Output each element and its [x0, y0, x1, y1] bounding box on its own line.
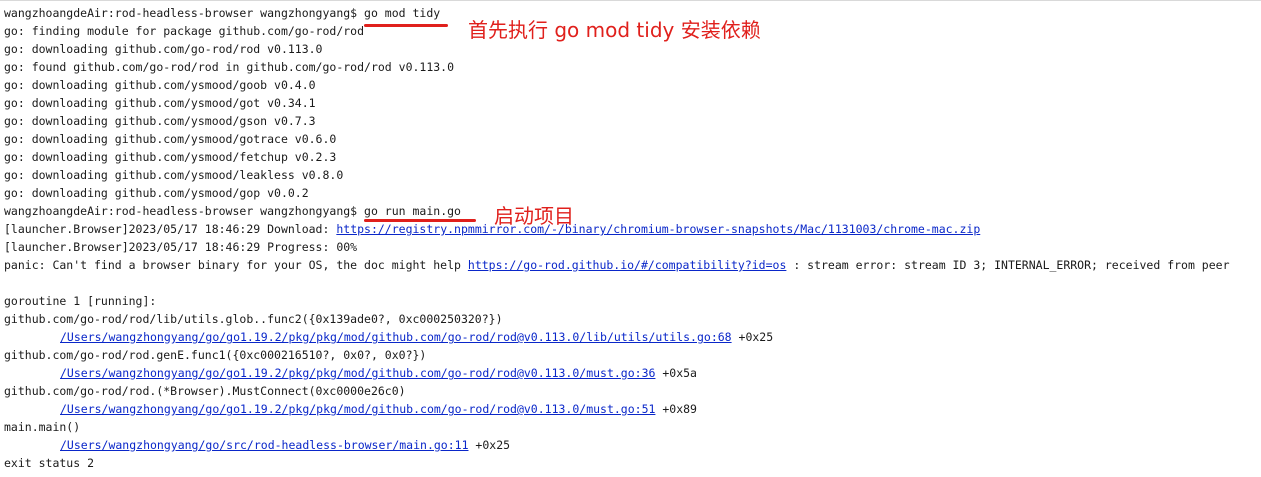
- progress-line: [launcher.Browser]2023/05/17 18:46:29 Pr…: [4, 240, 358, 254]
- output-line: go: downloading github.com/ysmood/got v0…: [4, 96, 316, 110]
- stack-path-link[interactable]: /Users/wangzhongyang/go/src/rod-headless…: [60, 438, 469, 452]
- stack-path-line: /Users/wangzhongyang/go/go1.19.2/pkg/pkg…: [4, 328, 1259, 346]
- download-url-link[interactable]: https://registry.npmmirror.com/-/binary/…: [336, 222, 980, 236]
- panic-line: panic: Can't find a browser binary for y…: [4, 256, 1259, 274]
- stack-path-line: /Users/wangzhongyang/go/go1.19.2/pkg/pkg…: [4, 400, 1259, 418]
- stack-func-line: github.com/go-rod/rod.genE.func1({0xc000…: [4, 348, 427, 362]
- stack-func-line: github.com/go-rod/rod/lib/utils.glob..fu…: [4, 312, 503, 326]
- output-line: go: downloading github.com/ysmood/fetchu…: [4, 150, 337, 164]
- stack-path-link[interactable]: /Users/wangzhongyang/go/go1.19.2/pkg/pkg…: [60, 402, 655, 416]
- prompt-line-2: wangzhoangdeAir:rod-headless-browser wan…: [4, 202, 1259, 220]
- download-line: [launcher.Browser]2023/05/17 18:46:29 Do…: [4, 220, 1259, 238]
- stack-path-link[interactable]: /Users/wangzhongyang/go/go1.19.2/pkg/pkg…: [60, 366, 655, 380]
- download-prefix: [launcher.Browser]2023/05/17 18:46:29 Do…: [4, 222, 337, 236]
- shell-prompt: wangzhoangdeAir:rod-headless-browser wan…: [4, 6, 365, 20]
- compatibility-doc-link[interactable]: https://go-rod.github.io/#/compatibility…: [468, 258, 787, 272]
- annotation-note-1: 首先执行 go mod tidy 安装依赖: [468, 18, 761, 42]
- output-line: go: downloading github.com/ysmood/leakle…: [4, 168, 344, 182]
- annotation-underline-2: [364, 219, 476, 222]
- stack-func-line: main.main(): [4, 420, 81, 434]
- output-line: go: downloading github.com/ysmood/gson v…: [4, 114, 316, 128]
- stack-offset: +0x89: [655, 402, 697, 416]
- shell-prompt: wangzhoangdeAir:rod-headless-browser wan…: [4, 204, 365, 218]
- annotation-underline-1: [364, 24, 448, 27]
- stack-offset: +0x25: [468, 438, 511, 452]
- terminal-output[interactable]: wangzhoangdeAir:rod-headless-browser wan…: [4, 4, 1259, 472]
- output-line: go: downloading github.com/ysmood/goob v…: [4, 78, 316, 92]
- stack-path-line: /Users/wangzhongyang/go/go1.19.2/pkg/pkg…: [4, 364, 1259, 382]
- exit-status-line: exit status 2: [4, 456, 95, 470]
- stack-path-link[interactable]: /Users/wangzhongyang/go/go1.19.2/pkg/pkg…: [60, 330, 732, 344]
- stack-offset: +0x25: [731, 330, 774, 344]
- annotation-note-2: 启动项目: [494, 204, 574, 228]
- command-go-run: go run main.go: [364, 204, 461, 218]
- panic-suffix: : stream error: stream ID 3; INTERNAL_ER…: [786, 258, 1230, 272]
- panic-prefix: panic: Can't find a browser binary for y…: [4, 258, 468, 272]
- stack-func-line: github.com/go-rod/rod.(*Browser).MustCon…: [4, 384, 406, 398]
- goroutine-line: goroutine 1 [running]:: [4, 294, 157, 308]
- stack-path-line: /Users/wangzhongyang/go/src/rod-headless…: [4, 436, 1259, 454]
- window-top-border: [0, 0, 1261, 1]
- output-line: go: found github.com/go-rod/rod in githu…: [4, 60, 455, 74]
- stack-offset: +0x5a: [655, 366, 697, 380]
- command-go-mod-tidy: go mod tidy: [364, 6, 441, 20]
- output-line: go: downloading github.com/ysmood/gop v0…: [4, 186, 309, 200]
- output-line: go: downloading github.com/ysmood/gotrac…: [4, 132, 337, 146]
